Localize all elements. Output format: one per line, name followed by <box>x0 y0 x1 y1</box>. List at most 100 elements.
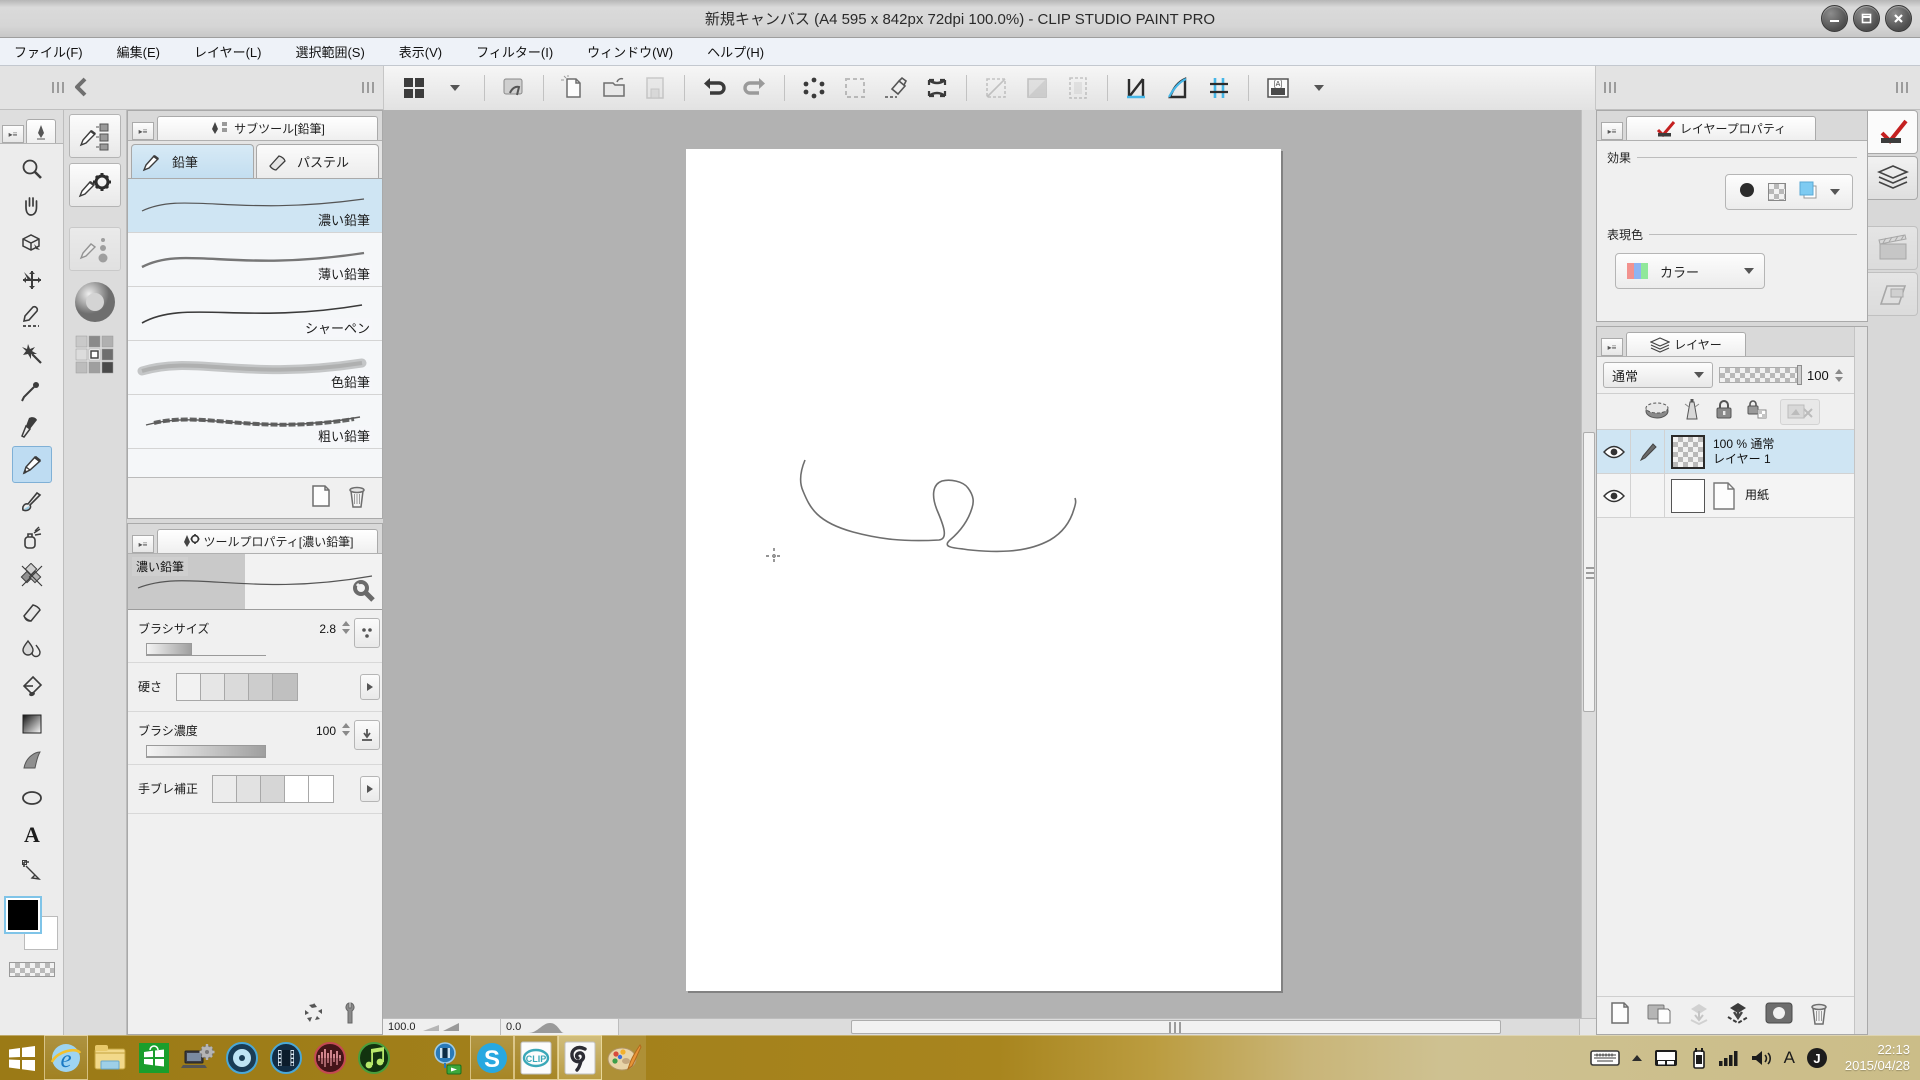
subtool-tab-pastel[interactable]: パステル <box>256 144 379 178</box>
taskbar-video-tool-icon[interactable] <box>264 1035 308 1080</box>
snap-special-ruler-icon[interactable] <box>1162 72 1194 104</box>
reselect-icon[interactable] <box>839 72 871 104</box>
material-icon[interactable]: [A] <box>1262 72 1294 104</box>
collapse-left-dock-chevron-icon[interactable] <box>72 76 90 103</box>
dock-grip[interactable] <box>1604 82 1619 93</box>
opacity-value[interactable]: 100 <box>1807 368 1829 383</box>
taskbar-clock[interactable]: 22:13 2015/04/28 <box>1845 1042 1910 1074</box>
taskbar-movie-maker-icon[interactable] <box>426 1035 470 1080</box>
color-set-icon[interactable] <box>69 333 121 377</box>
merge-down-icon[interactable] <box>1687 1001 1711 1030</box>
undo-icon[interactable] <box>698 72 730 104</box>
taskbar-file-explorer-icon[interactable] <box>88 1035 132 1080</box>
opacity-slider[interactable] <box>1719 367 1801 383</box>
transfer-to-lower-icon[interactable] <box>1726 1001 1750 1030</box>
tool-eyedropper[interactable] <box>12 372 52 409</box>
subtool-tab-pencil[interactable]: 鉛筆 <box>131 144 254 178</box>
brush-preview[interactable]: 濃い鉛筆 <box>128 554 382 610</box>
maximize-button[interactable] <box>1853 5 1880 32</box>
brush-item-light-pencil[interactable]: 薄い鉛筆 <box>128 233 382 287</box>
open-file-icon[interactable] <box>598 72 630 104</box>
menu-window[interactable]: ウィンドウ(W) <box>587 42 673 61</box>
tool-ruler[interactable] <box>12 853 52 890</box>
menu-filter[interactable]: フィルター(I) <box>476 42 553 61</box>
tool-move-canvas[interactable] <box>12 187 52 224</box>
taskbar-internet-explorer-icon[interactable]: e <box>44 1035 88 1080</box>
layer-list-scrollbar[interactable] <box>1854 327 1867 1034</box>
canvas-viewport[interactable] <box>383 110 1596 1018</box>
tool-pen[interactable] <box>12 409 52 446</box>
tray-ime-j-icon[interactable]: J <box>1806 1047 1828 1069</box>
layer-list-dock-tab[interactable] <box>1868 156 1918 200</box>
effect-dropdown-icon[interactable] <box>1830 189 1840 195</box>
wrench-icon[interactable] <box>352 579 378 605</box>
subtool-panel-tab[interactable]: サブツール[鉛筆] <box>157 116 378 140</box>
layer1-visibility-eye-icon[interactable] <box>1597 430 1631 473</box>
tool-airbrush[interactable] <box>12 520 52 557</box>
tray-volume-icon[interactable] <box>1751 1049 1773 1067</box>
snap-ruler-icon[interactable] <box>1121 72 1153 104</box>
paper-visibility-eye-icon[interactable] <box>1597 474 1631 517</box>
layer-row-paper[interactable]: 用紙 <box>1597 474 1867 518</box>
layer1-name[interactable]: レイヤー 1 <box>1713 452 1774 467</box>
rotation-control[interactable]: 0.0 <box>501 1019 619 1035</box>
taskbar-device-manager-icon[interactable] <box>176 1035 220 1080</box>
delete-layer-icon[interactable] <box>1808 1001 1830 1030</box>
tool-property-panel-menu-icon[interactable]: ▸≡ <box>132 535 154 553</box>
border-effect-icon[interactable] <box>1738 181 1756 204</box>
brush-density-spinner[interactable] <box>342 723 350 736</box>
tool-text[interactable]: A <box>12 816 52 853</box>
stabilization-steps[interactable] <box>212 775 334 803</box>
redo-icon[interactable] <box>739 72 771 104</box>
tool-selection[interactable] <box>12 298 52 335</box>
dock-grip[interactable] <box>362 82 377 93</box>
deselect-icon[interactable] <box>798 72 830 104</box>
start-button[interactable] <box>0 1035 44 1080</box>
brush-item-mechanical-pencil[interactable]: シャーペン <box>128 287 382 341</box>
layer-color-effect-icon[interactable] <box>1798 180 1818 205</box>
transparent-color-swatch[interactable] <box>9 962 55 977</box>
expression-color-dropdown[interactable]: カラー <box>1615 253 1765 289</box>
subtool-panel-menu-icon[interactable]: ▸≡ <box>132 122 154 140</box>
fit-screen-icon[interactable] <box>1021 72 1053 104</box>
dock-grip[interactable] <box>1896 82 1911 93</box>
opacity-spinner[interactable] <box>1835 369 1843 382</box>
menu-view[interactable]: 表示(V) <box>399 42 442 61</box>
brush-item-colored-pencil[interactable]: 色鉛筆 <box>128 341 382 395</box>
lock-layer-icon[interactable] <box>1714 398 1734 425</box>
new-subtool-icon[interactable] <box>310 484 332 513</box>
reference-layer-icon[interactable] <box>1682 398 1702 425</box>
brush-size-value[interactable]: 2.8 <box>319 622 336 636</box>
delete-subtool-icon[interactable] <box>346 484 368 513</box>
taskbar-paint-icon[interactable] <box>602 1035 646 1080</box>
brush-size-slider[interactable] <box>146 644 266 656</box>
horizontal-scrollbar[interactable] <box>619 1019 1579 1035</box>
tool-zoom[interactable] <box>12 150 52 187</box>
brush-density-options-button[interactable] <box>354 720 380 750</box>
brush-item-dark-pencil[interactable]: 濃い鉛筆 <box>128 179 382 233</box>
crop-icon[interactable] <box>980 72 1012 104</box>
material-dock-tab[interactable] <box>1868 272 1918 316</box>
menu-layer[interactable]: レイヤー(L) <box>194 42 262 61</box>
taskbar-audio-tool-icon[interactable] <box>308 1035 352 1080</box>
brush-item-rough-pencil[interactable]: 粗い鉛筆 <box>128 395 382 449</box>
stabilization-expand-button[interactable] <box>360 776 380 802</box>
new-layer-icon[interactable] <box>1609 1001 1631 1030</box>
brush-size-options-button[interactable] <box>354 618 380 648</box>
tool-gradient[interactable] <box>12 705 52 742</box>
menu-file[interactable]: ファイル(F) <box>14 42 83 61</box>
new-folder-icon[interactable] <box>1646 1001 1672 1030</box>
tool-fill[interactable] <box>12 668 52 705</box>
taskbar-clip-studio-icon[interactable]: CLIP <box>514 1035 558 1080</box>
tool-move-layer[interactable] <box>12 261 52 298</box>
tool-decoration[interactable] <box>12 557 52 594</box>
tray-ime-a-icon[interactable]: A <box>1784 1048 1795 1068</box>
taskbar-disc-tool-icon[interactable] <box>220 1035 264 1080</box>
workspace-dropdown-icon[interactable] <box>439 72 471 104</box>
tool-figure[interactable] <box>12 742 52 779</box>
invert-selection-icon[interactable] <box>921 72 953 104</box>
animation-dock-tab[interactable] <box>1868 226 1918 270</box>
horizontal-scrollbar-thumb[interactable] <box>851 1020 1501 1034</box>
tool-pencil[interactable] <box>12 446 52 483</box>
taskbar-windows-store-icon[interactable] <box>132 1035 176 1080</box>
